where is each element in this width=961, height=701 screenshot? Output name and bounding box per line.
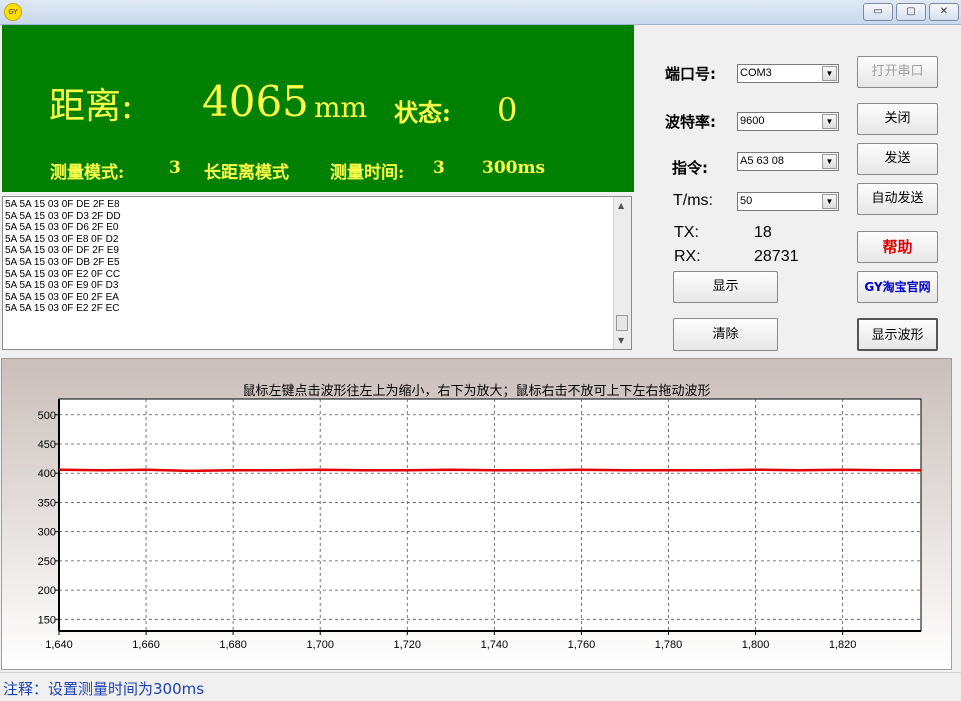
time-ms: 300ms xyxy=(482,158,546,178)
close-window-button[interactable]: ✕ xyxy=(929,3,959,21)
command-value: A5 63 08 xyxy=(740,155,785,167)
mode-label: 测量模式: xyxy=(50,163,125,183)
time-label: 测量时间: xyxy=(330,163,405,183)
log-scrollbar[interactable]: ▲ ▼ xyxy=(613,197,631,349)
close-port-button[interactable]: 关闭 xyxy=(857,103,938,135)
time-value: 3 xyxy=(433,158,445,178)
waveform-plot[interactable]: 1,640 1,660 1,680 1,700 1,720 1,740 1,760 1,780… xyxy=(2,359,951,669)
measurement-display: 距离: 4065 mm 状态: 0 测量模式: 3 长距离模式 测量时间: 3 … xyxy=(2,25,634,192)
mode-value: 3 xyxy=(169,158,181,178)
command-label: 指令: xyxy=(672,159,708,177)
open-port-button[interactable]: 打开串口 xyxy=(857,56,938,88)
status-bar: 注释：设置测量时间为300ms xyxy=(0,672,961,701)
log-line: 5A 5A 15 03 0F E0 2F EA xyxy=(5,291,119,303)
distance-label: 距离: xyxy=(49,86,134,127)
rx-count: 28731 xyxy=(754,248,799,265)
scroll-thumb[interactable] xyxy=(616,315,628,331)
x-tick-label: 1,700 xyxy=(306,639,334,651)
x-tick-label: 1,740 xyxy=(481,639,509,651)
maximize-button[interactable]: ▢ xyxy=(896,3,926,21)
y-tick-label: 450 xyxy=(38,439,56,451)
log-line: 5A 5A 15 03 0F E2 0F CC xyxy=(5,268,121,280)
log-line: 5A 5A 15 03 0F D3 2F DD xyxy=(5,210,121,222)
interval-select[interactable]: 50 ▼ xyxy=(737,192,839,211)
log-line: 5A 5A 15 03 0F DB 2F E5 xyxy=(5,256,120,268)
y-tick-label: 200 xyxy=(38,585,56,597)
baud-label: 波特率: xyxy=(665,113,716,131)
x-tick-label: 1,780 xyxy=(655,639,683,651)
port-value: COM3 xyxy=(740,67,772,79)
chevron-down-icon[interactable]: ▼ xyxy=(822,194,837,209)
title-bar: GY ▭ ▢ ✕ xyxy=(0,0,961,25)
mode-name: 长距离模式 xyxy=(204,163,289,183)
y-tick-label: 400 xyxy=(38,468,56,480)
x-tick-label: 1,800 xyxy=(742,639,770,651)
state-value: 0 xyxy=(497,91,518,129)
tx-label: TX: xyxy=(674,224,699,241)
log-line: 5A 5A 15 03 0F E2 2F EC xyxy=(5,303,120,315)
y-tick-label: 150 xyxy=(38,614,56,626)
x-tick-label: 1,640 xyxy=(45,639,73,651)
baud-select[interactable]: 9600 ▼ xyxy=(737,112,839,131)
help-button[interactable]: 帮助 xyxy=(857,231,938,263)
y-tick-label: 250 xyxy=(38,556,56,568)
plot-area xyxy=(58,398,922,632)
port-label: 端口号: xyxy=(665,65,716,83)
waveform-chart[interactable]: 鼠标左键点击波形往左上为缩小，右下为放大；鼠标右击不放可上下左右拖动波形 1,6… xyxy=(1,358,952,670)
show-waveform-button[interactable]: 显示波形 xyxy=(857,318,938,351)
log-line: 5A 5A 15 03 0F E8 0F D2 xyxy=(5,233,119,245)
x-tick-label: 1,660 xyxy=(132,639,160,651)
scroll-down-icon[interactable]: ▼ xyxy=(618,336,624,345)
auto-send-button[interactable]: 自动发送 xyxy=(857,183,938,215)
y-tick-label: 500 xyxy=(38,410,56,422)
interval-label: T/ms: xyxy=(673,192,713,209)
x-tick-label: 1,720 xyxy=(394,639,422,651)
chevron-down-icon[interactable]: ▼ xyxy=(822,154,837,169)
distance-unit: mm xyxy=(314,91,368,124)
x-tick-label: 1,820 xyxy=(829,639,857,651)
status-note: 注释：设置测量时间为300ms xyxy=(3,680,205,698)
y-tick-label: 350 xyxy=(38,497,56,509)
minimize-button[interactable]: ▭ xyxy=(863,3,893,21)
receive-log[interactable]: 5A 5A 15 03 0F DE 2F E8 5A 5A 15 03 0F D… xyxy=(2,196,632,350)
command-select[interactable]: A5 63 08 ▼ xyxy=(737,152,839,171)
interval-value: 50 xyxy=(740,195,753,207)
app-icon: GY xyxy=(4,3,22,21)
scroll-up-icon[interactable]: ▲ xyxy=(618,201,624,210)
send-button[interactable]: 发送 xyxy=(857,143,938,175)
log-line: 5A 5A 15 03 0F D6 2F E0 xyxy=(5,222,119,234)
distance-value: 4065 xyxy=(202,77,309,126)
baud-value: 9600 xyxy=(740,115,765,127)
state-label: 状态: xyxy=(394,98,451,127)
chevron-down-icon[interactable]: ▼ xyxy=(822,114,837,129)
rx-label: RX: xyxy=(674,248,701,265)
x-tick-label: 1,680 xyxy=(219,639,247,651)
log-line: 5A 5A 15 03 0F E9 0F D3 xyxy=(5,280,119,292)
log-line: 5A 5A 15 03 0F DE 2F E8 xyxy=(5,199,120,210)
port-select[interactable]: COM3 ▼ xyxy=(737,64,839,83)
y-tick-label: 300 xyxy=(38,527,56,539)
log-lines: 5A 5A 15 03 0F DE 2F E8 5A 5A 15 03 0F D… xyxy=(5,199,121,315)
tx-count: 18 xyxy=(754,224,772,241)
log-line: 5A 5A 15 03 0F DF 2F E9 xyxy=(5,245,119,257)
clear-button[interactable]: 清除 xyxy=(673,318,778,351)
x-tick-label: 1,760 xyxy=(568,639,596,651)
chevron-down-icon[interactable]: ▼ xyxy=(822,66,837,81)
distance-series-line xyxy=(58,468,921,473)
show-button[interactable]: 显示 xyxy=(673,271,778,303)
taobao-button[interactable]: GY淘宝官网 xyxy=(857,271,938,303)
